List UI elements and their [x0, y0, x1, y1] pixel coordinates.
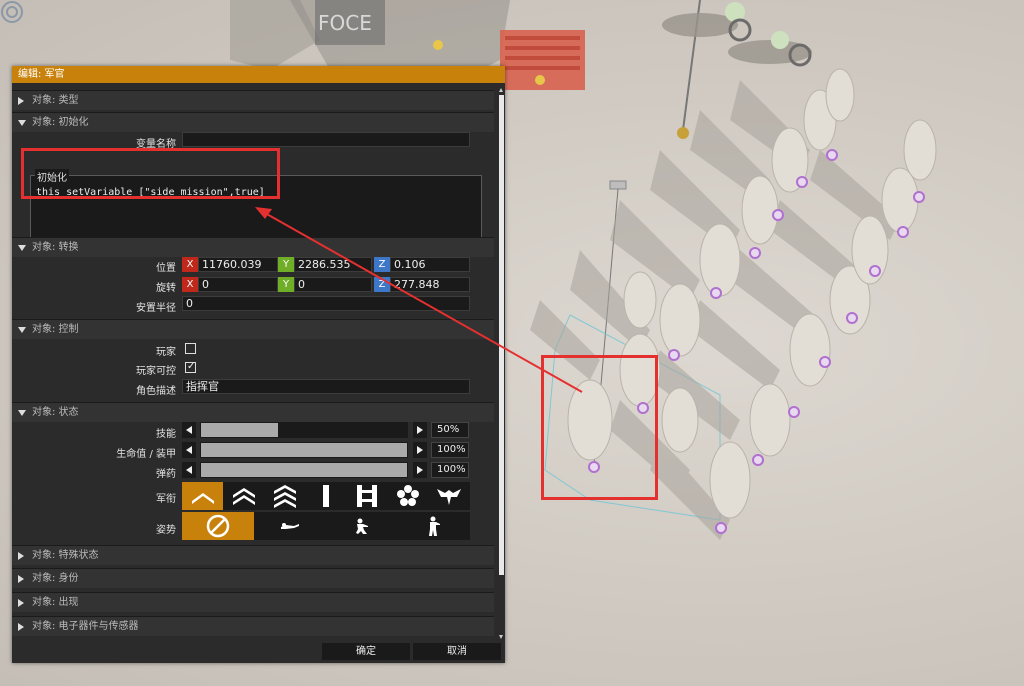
annotation-arrow — [255, 207, 583, 393]
